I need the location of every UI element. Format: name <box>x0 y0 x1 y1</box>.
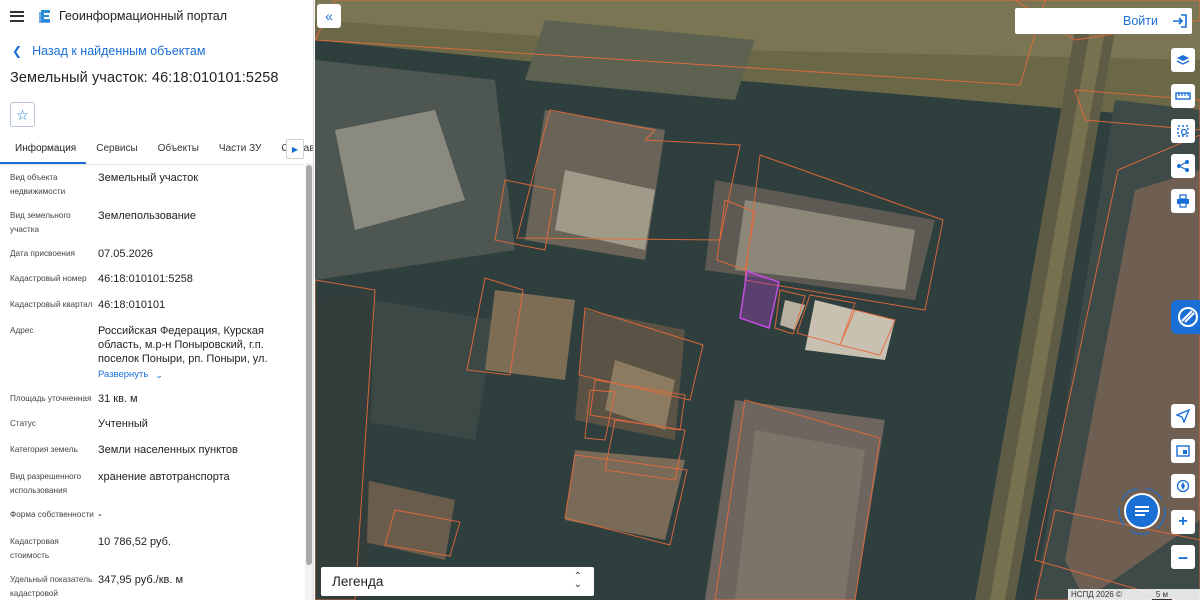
property-row: Кадастровый номер 46:18:010101:5258 <box>0 272 300 286</box>
geolocation-icon <box>1176 409 1190 423</box>
property-value: 31 кв. м <box>98 393 138 405</box>
property-row: Кадастровая стоимость 10 786,52 руб. <box>0 535 300 563</box>
property-value: Землепользование <box>98 210 197 222</box>
ruler-icon <box>1175 92 1191 100</box>
geolocation-button[interactable] <box>1171 404 1195 428</box>
login-button[interactable]: Войти <box>1015 8 1192 34</box>
object-title: Земельный участок: 46:18:010101:5258 <box>10 70 279 86</box>
property-label: Форма собственности <box>10 510 94 519</box>
property-value: 10 786,52 руб. <box>98 536 171 548</box>
property-label: Статус <box>10 419 36 428</box>
portal-logo-icon <box>39 10 50 23</box>
chevron-down-icon: ⌄ <box>155 370 163 380</box>
menu-icon[interactable] <box>10 10 24 22</box>
tab-objects[interactable]: Объекты <box>148 135 209 164</box>
property-label: Удельный показатель кадастровой <box>10 575 93 598</box>
property-value: - <box>98 509 102 521</box>
property-value: хранение автотранспорта <box>98 471 230 483</box>
property-label: Кадастровый номер <box>10 274 87 283</box>
expand-address-button[interactable]: Развернуть ⌄ <box>98 368 163 382</box>
login-label: Войти <box>1123 14 1158 28</box>
double-chevron-left-icon: « <box>325 8 333 24</box>
property-label: Категория земель <box>10 445 78 454</box>
zoom-in-icon: + <box>1178 513 1188 530</box>
chat-lines-icon <box>1135 506 1149 516</box>
select-area-button[interactable] <box>1171 119 1195 143</box>
property-row: Площадь уточненная 31 кв. м <box>0 392 300 406</box>
print-icon <box>1177 194 1189 208</box>
tab-info[interactable]: Информация <box>0 135 87 164</box>
share-icon <box>1177 160 1189 172</box>
tabs-scroll-right-icon[interactable]: ▶ <box>286 139 304 159</box>
tab-bar: Информация Сервисы Объекты Части ЗУ Сост… <box>0 135 313 165</box>
zoom-out-button[interactable]: – <box>1171 545 1195 569</box>
minimap-icon <box>1176 445 1190 457</box>
property-label: Площадь уточненная <box>10 394 92 403</box>
top-bar: Геоинформационный портал <box>0 0 313 32</box>
login-icon <box>1173 14 1187 28</box>
compass-button[interactable] <box>1171 474 1195 498</box>
property-row: Форма собственности - <box>0 508 300 522</box>
property-label: Вид объекта недвижимости <box>10 173 66 196</box>
attribution-text: НСПД 2026 © <box>1071 590 1122 599</box>
back-link-label: Назад к найденным объектам <box>32 44 206 58</box>
map-attribution: НСПД 2026 © 5 м <box>1068 589 1200 600</box>
property-value: Учтенный <box>98 418 148 430</box>
address-value: Российская Федерация, Курская область, м… <box>98 325 268 365</box>
compass-icon <box>1176 479 1190 493</box>
zoom-in-button[interactable]: + <box>1171 510 1195 534</box>
collapse-panel-button[interactable]: « <box>317 4 341 28</box>
property-label: Кадастровый квартал <box>10 300 93 309</box>
scale-bar: 5 м <box>1151 590 1173 600</box>
share-button[interactable] <box>1171 154 1195 178</box>
scrollbar-thumb[interactable] <box>306 165 312 565</box>
property-value: 07.05.2026 <box>98 248 154 260</box>
property-label: Дата присвоения <box>10 249 75 258</box>
property-value: Земли населенных пунктов <box>98 444 238 456</box>
property-label: Кадастровая стоимость <box>10 537 59 560</box>
satellite-map[interactable] <box>315 0 1200 600</box>
star-icon: ☆ <box>16 106 29 123</box>
chat-button[interactable] <box>1124 493 1160 529</box>
property-label: Вид земельного участка <box>10 211 71 234</box>
tab-services[interactable]: Сервисы <box>86 135 147 164</box>
property-row: Статус Учтенный <box>0 417 300 431</box>
property-value: 46:18:010101:5258 <box>98 273 193 285</box>
app-title: Геоинформационный портал <box>59 9 228 23</box>
property-label: Адрес <box>10 326 34 335</box>
property-row: Адрес Российская Федерация, Курская обла… <box>0 324 300 382</box>
property-row: Вид разрешенного использования хранение … <box>0 470 300 498</box>
minimap-button[interactable] <box>1171 439 1195 463</box>
property-label: Вид разрешенного использования <box>10 472 82 495</box>
property-row: Дата присвоения 07.05.2026 <box>0 247 300 261</box>
assistant-logo-icon <box>1178 307 1198 327</box>
back-link[interactable]: ❮ Назад к найденным объектам <box>0 42 313 60</box>
property-row: Кадастровый квартал 46:18:010101 <box>0 298 300 312</box>
legend-label: Легенда <box>332 574 384 589</box>
chat-widget <box>1117 486 1167 536</box>
property-row: Удельный показатель кадастровой 347,95 р… <box>0 573 300 600</box>
info-panel: Геоинформационный портал ❮ Назад к найде… <box>0 0 314 600</box>
property-row: Вид объекта недвижимости Земельный участ… <box>0 171 300 199</box>
expand-collapse-icon: ⌃ ⌄ <box>573 571 582 590</box>
assistant-badge-button[interactable] <box>1171 300 1200 334</box>
zoom-out-icon: – <box>1177 547 1188 567</box>
ruler-button[interactable] <box>1171 84 1195 108</box>
chevron-left-icon: ❮ <box>12 44 23 58</box>
legend-dropdown[interactable]: Легенда ⌃ ⌄ <box>321 567 594 596</box>
select-area-icon <box>1177 125 1189 137</box>
layers-icon <box>1176 55 1190 65</box>
print-button[interactable] <box>1171 189 1195 213</box>
property-value: Земельный участок <box>98 172 199 184</box>
map-imagery <box>315 0 1200 600</box>
property-row: Вид земельного участка Землепользование <box>0 209 300 237</box>
tab-parcel-parts[interactable]: Части ЗУ <box>209 135 271 164</box>
layers-button[interactable] <box>1171 48 1195 72</box>
property-row: Категория земель Земли населенных пункто… <box>0 443 300 457</box>
property-value: 46:18:010101 <box>98 299 166 311</box>
favorite-button[interactable]: ☆ <box>10 102 35 127</box>
expand-label: Развернуть <box>98 369 149 380</box>
property-value: 347,95 руб./кв. м <box>98 574 184 586</box>
